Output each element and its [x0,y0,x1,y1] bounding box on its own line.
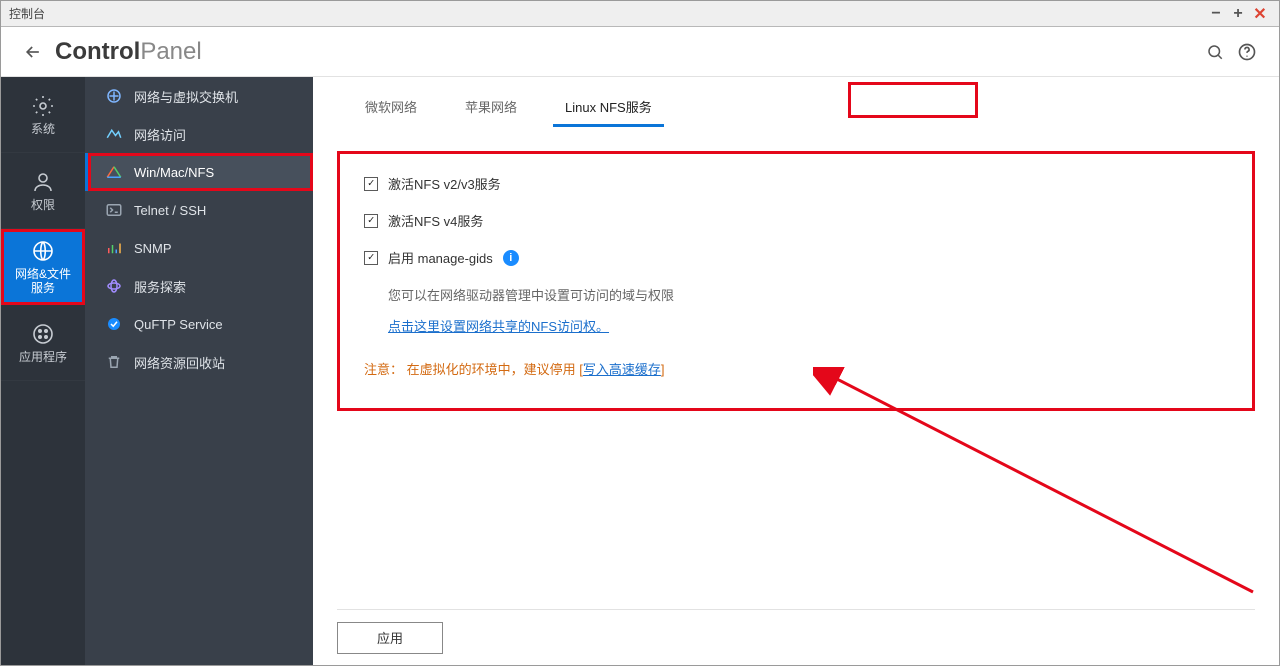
info-icon[interactable]: i [503,250,519,266]
recycle-bin-icon [104,352,124,372]
back-button[interactable] [17,36,49,68]
tab-microsoft[interactable]: 微软网络 [353,89,429,127]
category-rail: 系统 权限 网络&文件 服务 应用程序 [1,77,85,665]
arrow-left-icon [23,42,43,62]
footer-bar: 应用 [337,609,1255,665]
search-button[interactable] [1199,36,1231,68]
checkbox-row-manage-gids: 启用 manage-gids i [364,248,1228,267]
description-text: 您可以在网络驱动器管理中设置可访问的域与权限 [388,285,1228,304]
winmacnfs-icon [104,162,124,182]
sidebar-item-winmacnfs[interactable]: Win/Mac/NFS [85,153,313,191]
tabs-bar: 微软网络 苹果网络 Linux NFS服务 [337,77,1255,127]
window-maximize-icon[interactable]: + [1227,3,1249,25]
network-access-icon [104,124,124,144]
terminal-icon [104,200,124,220]
window-minimize-icon[interactable]: − [1205,3,1227,25]
rail-item-privilege[interactable]: 权限 [1,153,85,229]
tab-linux-nfs[interactable]: Linux NFS服务 [553,89,664,127]
checkbox-label: 启用 manage-gids [388,248,493,267]
network-switch-icon [104,86,124,106]
apply-button[interactable]: 应用 [337,622,443,654]
sidebar-item-nvswitch[interactable]: 网络与虚拟交换机 [85,77,313,115]
nfs-access-link[interactable]: 点击这里设置网络共享的NFS访问权。 [388,316,609,335]
rail-item-network-file[interactable]: 网络&文件 服务 [1,229,85,305]
service-discovery-icon [104,276,124,296]
checkbox-label: 激活NFS v4服务 [388,211,483,230]
sidebar-item-recycle[interactable]: 网络资源回收站 [85,343,313,381]
window-title: 控制台 [9,5,45,22]
quftp-icon [104,314,124,334]
app-window: 控制台 − + ✕ ControlPanel 系统 [0,0,1280,666]
gear-icon [30,93,56,119]
main-body: 系统 权限 网络&文件 服务 应用程序 [1,77,1279,665]
header-bar: ControlPanel [1,27,1279,77]
checkbox-label: 激活NFS v2/v3服务 [388,174,501,193]
checkbox-row-nfsv4: 激活NFS v4服务 [364,211,1228,230]
sidebar-item-snmp[interactable]: SNMP [85,229,313,267]
apps-grid-icon [30,321,56,347]
window-close-icon[interactable]: ✕ [1249,3,1271,25]
tab-apple[interactable]: 苹果网络 [453,89,529,127]
help-icon [1237,42,1257,62]
note-text: 注意： 在虚拟化的环境中，建议停用 [写入高速缓存] [364,359,1228,378]
help-button[interactable] [1231,36,1263,68]
checkbox-row-nfsv23: 激活NFS v2/v3服务 [364,174,1228,193]
app-title: ControlPanel [55,38,202,66]
globe-icon [30,238,56,264]
write-cache-link[interactable]: 写入高速缓存 [583,362,661,377]
sidebar-nav: 网络与虚拟交换机 网络访问 Win/Mac/NFS Telnet / SSH [85,77,313,665]
title-bar: 控制台 − + ✕ [1,1,1279,27]
search-icon [1206,43,1224,61]
rail-item-system[interactable]: 系统 [1,77,85,153]
sidebar-item-telnetssh[interactable]: Telnet / SSH [85,191,313,229]
checkbox-manage-gids[interactable] [364,251,378,265]
checkbox-nfsv23[interactable] [364,177,378,191]
content-area: 微软网络 苹果网络 Linux NFS服务 激活NFS v2/v3服务 激活NF… [313,77,1279,665]
rail-item-apps[interactable]: 应用程序 [1,305,85,381]
user-icon [30,169,56,195]
sidebar-item-quftp[interactable]: QuFTP Service [85,305,313,343]
nfs-settings-pane: 激活NFS v2/v3服务 激活NFS v4服务 启用 manage-gids … [337,151,1255,411]
snmp-icon [104,238,124,258]
checkbox-nfsv4[interactable] [364,214,378,228]
sidebar-item-netaccess[interactable]: 网络访问 [85,115,313,153]
sidebar-item-svcdisc[interactable]: 服务探索 [85,267,313,305]
